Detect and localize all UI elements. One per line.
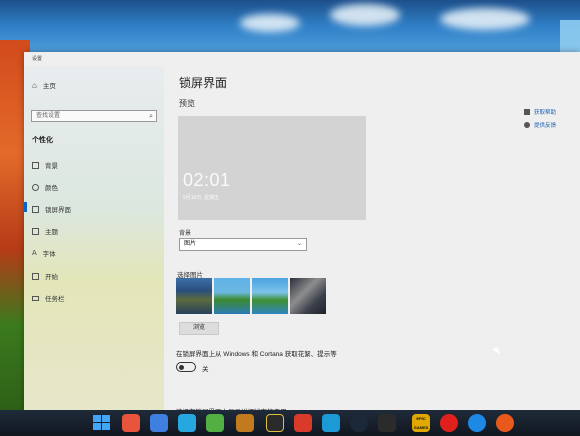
- app-icon-10[interactable]: [378, 414, 396, 432]
- lockscreen-icon: [32, 205, 39, 213]
- app-icon-7[interactable]: [294, 414, 312, 432]
- font-icon: A: [32, 249, 37, 257]
- toggle-knob: [179, 364, 184, 370]
- get-help-link[interactable]: 获取帮助: [524, 108, 556, 116]
- steam-icon[interactable]: [350, 414, 368, 432]
- sky-cloud: [240, 14, 300, 32]
- sidebar-item-colors[interactable]: 颜色: [32, 182, 58, 192]
- search-placeholder: 查找设置: [36, 113, 61, 119]
- taskbar: EPIC GAMES: [0, 410, 580, 436]
- sidebar-group-title: 个性化: [32, 137, 53, 144]
- picture-thumbnail[interactable]: [252, 278, 288, 314]
- sidebar-item-label: 任务栏: [45, 296, 65, 303]
- sidebar: ⌂ 主页 查找设置 ⌕ 个性化 背景 颜色 锁屏界面 主题 A 字体 开始 任务…: [24, 66, 164, 424]
- app-icon-2[interactable]: [150, 414, 168, 432]
- sidebar-item-taskbar[interactable]: 任务栏: [32, 293, 65, 303]
- app-icon-6[interactable]: [266, 414, 284, 432]
- background-label: 背景: [179, 231, 192, 237]
- k-app-icon[interactable]: [468, 414, 486, 432]
- sidebar-item-start[interactable]: 开始: [32, 271, 58, 281]
- epic-label: EPIC GAMES: [413, 416, 429, 430]
- preview-date: 9月10日, 星期五: [183, 195, 220, 201]
- toggle-state: 关: [202, 366, 209, 373]
- sidebar-item-background[interactable]: 背景: [32, 160, 58, 170]
- feedback-icon: [524, 122, 530, 128]
- search-input[interactable]: 查找设置 ⌕: [31, 110, 157, 122]
- preview-heading: 预览: [179, 99, 195, 108]
- picture-thumbnail[interactable]: [176, 278, 212, 314]
- sidebar-item-lockscreen[interactable]: 锁屏界面: [32, 204, 71, 214]
- app-icon-16[interactable]: [496, 414, 514, 432]
- epic-games-icon[interactable]: EPIC GAMES: [412, 414, 430, 432]
- picture-thumbnail[interactable]: [214, 278, 250, 314]
- app-icon-8[interactable]: [322, 414, 340, 432]
- start-icon: [32, 272, 39, 280]
- preview-time: 02:01: [183, 170, 231, 190]
- image-icon: [32, 161, 39, 169]
- search-icon: ⌕: [149, 113, 153, 120]
- taskbar-icon: [32, 295, 39, 301]
- tips-toggle[interactable]: [176, 362, 196, 372]
- tips-toggle-label: 在锁屏界面上从 Windows 和 Cortana 获取花絮、提示等: [176, 351, 337, 358]
- content-pane: 锁屏界面 预览 02:01 9月10日, 星期五 背景 图片 ⌄ 选择图片 浏览…: [164, 66, 580, 424]
- sidebar-home-label: 主页: [42, 83, 56, 90]
- mouse-cursor: [492, 347, 501, 357]
- app-icon-3[interactable]: [178, 414, 196, 432]
- background-dropdown[interactable]: 图片 ⌄: [179, 238, 307, 251]
- settings-window: 设置 ⌂ 主页 查找设置 ⌕ 个性化 背景 颜色 锁屏界面 主题 A 字体 开始…: [24, 52, 580, 424]
- sidebar-item-label: 颜色: [45, 185, 58, 192]
- browse-button[interactable]: 浏览: [179, 322, 219, 335]
- active-indicator: [24, 202, 27, 212]
- sky-cloud: [440, 8, 530, 30]
- sidebar-item-label: 字体: [42, 251, 56, 258]
- sidebar-item-label: 背景: [45, 163, 58, 170]
- sidebar-item-themes[interactable]: 主题: [32, 226, 58, 236]
- background-value: 图片: [184, 241, 197, 247]
- sidebar-item-label: 主题: [45, 229, 58, 236]
- brush-icon: [32, 227, 39, 235]
- windows-start-icon[interactable]: [93, 415, 111, 431]
- window-title: 设置: [32, 56, 43, 62]
- sidebar-item-label: 锁屏界面: [45, 207, 71, 214]
- app-icon-1[interactable]: [122, 414, 140, 432]
- palette-icon: [32, 183, 39, 191]
- sidebar-item-fonts[interactable]: A 字体: [32, 248, 56, 259]
- sidebar-home[interactable]: ⌂ 主页: [32, 80, 56, 91]
- app-icon-5[interactable]: [236, 414, 254, 432]
- help-icon: [524, 109, 530, 115]
- sky-cloud: [330, 4, 400, 26]
- feedback-label: 提供反馈: [534, 123, 557, 129]
- get-help-label: 获取帮助: [534, 110, 557, 116]
- sidebar-item-label: 开始: [45, 274, 58, 281]
- home-icon: ⌂: [32, 80, 37, 90]
- page-title: 锁屏界面: [179, 76, 228, 90]
- chat-icon[interactable]: [206, 414, 224, 432]
- chevron-down-icon: ⌄: [296, 241, 302, 247]
- lockscreen-preview: 02:01 9月10日, 星期五: [178, 116, 366, 220]
- feedback-link[interactable]: 提供反馈: [524, 121, 556, 129]
- netease-music-icon[interactable]: [440, 414, 458, 432]
- picture-thumbnail[interactable]: [290, 278, 326, 314]
